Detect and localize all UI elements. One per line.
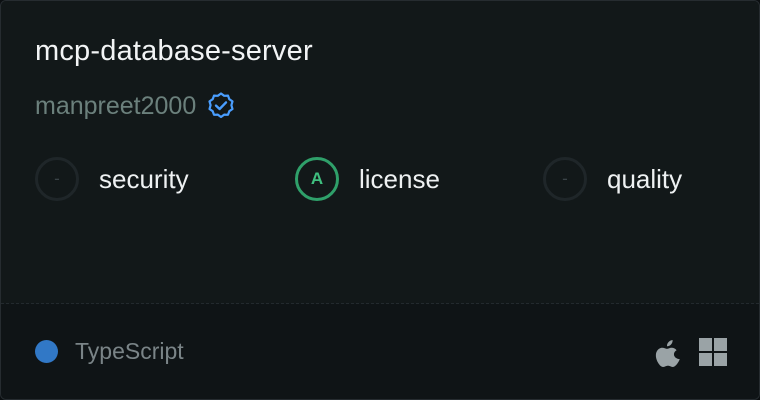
score-license[interactable]: A license [295, 155, 440, 203]
card-footer: TypeScript [1, 304, 759, 399]
language-label: TypeScript [75, 338, 184, 364]
author-name[interactable]: manpreet2000 [35, 92, 196, 121]
author-row: manpreet2000 [35, 89, 236, 123]
quality-grade-circle: - [543, 157, 587, 201]
score-quality[interactable]: - quality [543, 155, 682, 203]
apple-icon [655, 340, 680, 367]
server-name[interactable]: mcp-database-server [35, 35, 313, 68]
security-label: security [99, 163, 189, 194]
language-color-dot [35, 340, 58, 363]
security-grade-circle: - [35, 157, 79, 201]
license-grade-circle: A [295, 157, 339, 201]
windows-icon [699, 338, 727, 366]
card-header: mcp-database-server manpreet2000 - secur… [1, 1, 759, 303]
quality-label: quality [607, 163, 683, 194]
score-security[interactable]: - security [35, 155, 189, 203]
verified-badge-icon [208, 92, 234, 119]
server-card[interactable]: mcp-database-server manpreet2000 - secur… [0, 0, 760, 400]
license-label: license [359, 163, 440, 194]
